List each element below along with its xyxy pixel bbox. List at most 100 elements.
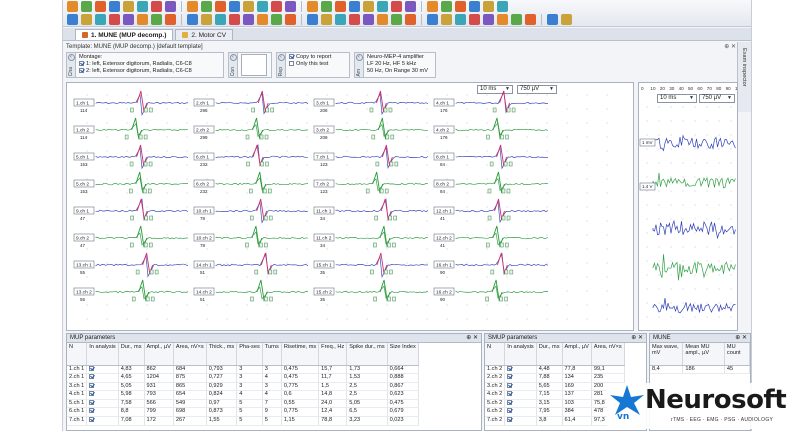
toolbar-button[interactable] — [271, 1, 282, 12]
table-row[interactable]: 2.ch 2 7,88 134 235 — [485, 373, 625, 383]
toolbar-button[interactable] — [67, 1, 78, 12]
pin-close-icon[interactable]: ⊕ ✕ — [466, 334, 478, 342]
toolbar-button[interactable] — [497, 1, 508, 12]
toolbar-button[interactable] — [137, 14, 148, 25]
mup-waveform-panel[interactable]: 10 ms ▼ 750 µV ▼ 1.ch 1 114 2.ch 1 295 3.ch 12… — [66, 82, 634, 331]
raw-sensitivity-select[interactable]: 750 µV ▼ — [699, 94, 735, 103]
column-header[interactable]: In analysis — [504, 343, 537, 366]
table-row[interactable]: 4.ch 2 7,15 137 281 — [485, 390, 625, 400]
only-this-test-checkbox[interactable]: Only this test — [289, 61, 331, 68]
toolbar-button[interactable] — [483, 14, 494, 25]
table-row[interactable]: 4.ch 1 5,98 793 654 0,824 4 4 0,6 14,8 2,5 0,623 — [67, 390, 419, 400]
toolbar-button[interactable] — [405, 14, 416, 25]
toolbar-button[interactable] — [511, 14, 522, 25]
toolbar-button[interactable] — [321, 14, 332, 25]
collapse-icon[interactable]: ‹ — [355, 54, 363, 61]
checkbox-icon[interactable] — [507, 399, 513, 405]
toolbar-button[interactable] — [257, 1, 268, 12]
toolbar-button[interactable] — [67, 14, 78, 25]
toolbar-button[interactable] — [469, 14, 480, 25]
toolbar-button[interactable] — [271, 14, 282, 25]
table-row[interactable]: 1.ch 2 4,48 77,8 99,1 — [485, 365, 625, 375]
checkbox-icon[interactable] — [89, 399, 95, 405]
column-header[interactable]: Pha-ses — [236, 343, 263, 366]
toolbar-button[interactable] — [81, 14, 92, 25]
toolbar-button[interactable] — [201, 14, 212, 25]
table-row[interactable]: 6.ch 2 7,95 384 478 — [485, 407, 625, 418]
column-header[interactable]: Spike dur., ms — [346, 343, 388, 366]
toolbar-button[interactable] — [525, 14, 536, 25]
toolbar-button[interactable] — [405, 1, 416, 12]
toolbar-button[interactable] — [307, 14, 318, 25]
tab-motor-cv[interactable]: 2. Motor CV — [175, 29, 234, 40]
montage-channel-1[interactable]: 1: left, Extensor digitorum, Radialis, C… — [79, 61, 192, 68]
toolbar-button[interactable] — [349, 1, 360, 12]
toolbar-button[interactable] — [215, 1, 226, 12]
toolbar-button[interactable] — [123, 1, 134, 12]
column-header[interactable]: Size Index — [387, 343, 419, 366]
table-row[interactable]: 5.ch 2 3,15 103 75,8 — [485, 399, 625, 409]
checkbox-icon[interactable] — [79, 61, 84, 67]
mid-field[interactable] — [241, 54, 267, 76]
checkbox-icon[interactable] — [89, 391, 95, 397]
column-header[interactable]: MU count — [724, 343, 750, 366]
checkbox-icon[interactable] — [507, 382, 513, 388]
table-row[interactable]: 1.ch 1 4,83 862 684 0,793 3 3 0,475 15,7 1,73 0,66… — [67, 365, 419, 375]
toolbar-button[interactable] — [151, 1, 162, 12]
checkbox-icon[interactable] — [89, 382, 95, 388]
toolbar-button[interactable] — [257, 14, 268, 25]
toolbar-button[interactable] — [307, 1, 318, 12]
column-header[interactable]: Max wave, mV — [650, 343, 684, 366]
collapse-icon[interactable]: ‹ — [229, 54, 237, 61]
toolbar-button[interactable] — [81, 1, 92, 12]
column-header[interactable]: Risetime, ms — [281, 343, 320, 366]
toolbar-button[interactable] — [321, 1, 332, 12]
checkbox-icon[interactable] — [89, 417, 95, 423]
column-header[interactable]: Dur., ms — [536, 343, 563, 366]
pin-close-icon[interactable]: ⊕ ✕ — [631, 334, 643, 342]
toolbar-button[interactable] — [243, 14, 254, 25]
toolbar-button[interactable] — [469, 1, 480, 12]
column-header[interactable]: Dur., ms — [118, 343, 145, 366]
raw-signal-panel[interactable]: 0 10 2030 405060 7080 90100 1 mV 1.4 V 10 ms▼ 7… — [638, 82, 738, 331]
toolbar-button[interactable] — [427, 14, 438, 25]
checkbox-icon[interactable] — [79, 68, 84, 74]
exam-inspector-tab[interactable]: Exam inspector — [737, 42, 751, 112]
table-row[interactable]: 5.ch 1 7,58 566 549 0,97 5 7 0,55 24,0 5,05 0,475 — [67, 399, 419, 409]
toolbar-button[interactable] — [285, 1, 296, 12]
toolbar-button[interactable] — [151, 14, 162, 25]
checkbox-icon[interactable] — [89, 374, 95, 380]
column-header[interactable]: Freq., Hz — [318, 343, 348, 366]
table-row[interactable]: 3.ch 2 5,65 169 200 — [485, 382, 625, 392]
toolbar-button[interactable] — [391, 1, 402, 12]
toolbar-button[interactable] — [109, 14, 120, 25]
column-header[interactable]: In analysis — [86, 343, 119, 366]
checkbox-icon[interactable] — [89, 365, 95, 371]
toolbar-button[interactable] — [229, 1, 240, 12]
toolbar-button[interactable] — [455, 14, 466, 25]
report-tab[interactable]: ‹ Rep — [277, 53, 286, 77]
checkbox-icon[interactable] — [289, 61, 294, 67]
toolbar-button[interactable] — [497, 14, 508, 25]
column-header[interactable]: Ampl., µV — [562, 343, 592, 366]
checkbox-icon[interactable] — [507, 374, 513, 380]
toolbar-button[interactable] — [335, 1, 346, 12]
column-header[interactable]: Ampl., µV — [144, 343, 174, 366]
toolbar-button[interactable] — [243, 1, 254, 12]
table-row[interactable]: 8,4 186 45 — [650, 365, 750, 375]
toolbar-button[interactable] — [363, 14, 374, 25]
collapse-icon[interactable]: ‹ — [67, 54, 75, 61]
collapse-icon[interactable]: ‹ — [277, 54, 285, 61]
toolbar-button[interactable] — [201, 1, 212, 12]
column-header[interactable]: N — [485, 343, 506, 366]
toolbar-button[interactable] — [95, 1, 106, 12]
toolbar-button[interactable] — [285, 14, 296, 25]
table-row[interactable]: 2.ch 1 4,65 1204 875 0,727 3 4 0,475 11,7 1,53 0,8… — [67, 373, 419, 383]
toolbar-button[interactable] — [547, 14, 558, 25]
tab-mune[interactable]: 1. MUNE (MUP decomp.) — [75, 29, 174, 40]
toolbar-button[interactable] — [137, 1, 148, 12]
toolbar-button[interactable] — [561, 14, 572, 25]
toolbar-button[interactable] — [165, 1, 176, 12]
toolbar-button[interactable] — [187, 1, 198, 12]
table-row[interactable]: 7.ch 1 7,08 172 267 1,55 5 5 1,15 78,8 3,23 0,023 — [67, 416, 419, 426]
